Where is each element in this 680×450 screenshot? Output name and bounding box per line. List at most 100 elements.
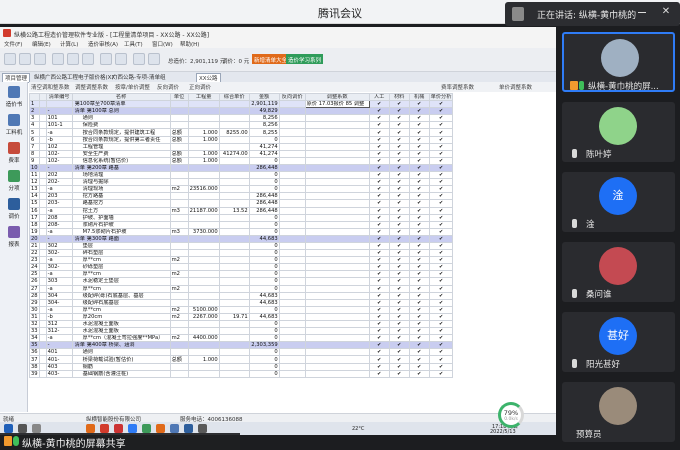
item-name[interactable]: 通则 xyxy=(71,114,171,123)
material-check[interactable] xyxy=(388,128,410,137)
item-price[interactable] xyxy=(218,220,250,229)
item-unit[interactable] xyxy=(169,234,189,243)
factor-cell[interactable] xyxy=(304,121,370,130)
item-price[interactable]: 41274.00 xyxy=(218,149,250,158)
item-name[interactable]: 按合同条款规定，提供建筑工程 xyxy=(71,128,171,137)
table-row[interactable]: 26 303 水泥稳定土垫层 0 xyxy=(29,277,454,286)
reverse-cell[interactable] xyxy=(278,171,306,180)
reverse-cell[interactable] xyxy=(278,199,306,208)
row-checkbox[interactable] xyxy=(38,185,47,194)
reverse-cell[interactable] xyxy=(278,312,306,322)
item-unit[interactable] xyxy=(169,192,189,201)
analysis-check[interactable] xyxy=(428,249,454,258)
item-quantity[interactable] xyxy=(187,277,220,286)
item-unit[interactable] xyxy=(169,263,189,272)
machine-check[interactable] xyxy=(408,263,430,272)
wechat-icon[interactable] xyxy=(142,424,151,433)
row-number[interactable]: 18 xyxy=(29,220,40,229)
item-amount[interactable]: 2,303,359 xyxy=(248,341,280,350)
item-unit[interactable] xyxy=(169,348,189,357)
item-quantity[interactable] xyxy=(187,192,220,201)
item-quantity[interactable] xyxy=(187,319,220,329)
item-quantity[interactable] xyxy=(187,263,220,272)
item-name[interactable]: 厚**cm xyxy=(71,284,171,293)
labor-check[interactable] xyxy=(368,312,390,322)
paste-icon[interactable] xyxy=(82,53,94,65)
item-code[interactable]: -b xyxy=(45,312,73,322)
row-checkbox[interactable] xyxy=(38,199,47,208)
table-row[interactable]: 14 203 挖方路基 286,448 xyxy=(29,192,454,201)
item-price[interactable] xyxy=(218,284,250,293)
factor-cell[interactable] xyxy=(304,312,370,322)
open-icon[interactable] xyxy=(19,53,31,65)
item-name[interactable]: 清单 第100章 总则 xyxy=(71,107,171,116)
labor-check[interactable] xyxy=(368,241,390,251)
labor-check[interactable] xyxy=(368,128,390,137)
row-checkbox[interactable] xyxy=(38,277,47,286)
item-name[interactable]: 清理与掘除 xyxy=(71,178,171,187)
analysis-check[interactable] xyxy=(428,263,454,272)
item-code[interactable]: -a xyxy=(45,256,73,265)
item-unit[interactable] xyxy=(169,213,189,222)
item-quantity[interactable]: 1.000 xyxy=(187,149,220,158)
table-row[interactable]: 7 102 工程管理 41,274 xyxy=(29,142,454,151)
item-quantity[interactable] xyxy=(187,341,220,350)
labor-check[interactable] xyxy=(368,206,390,215)
table-row[interactable]: 29 304- 级配碎石底基层 44,683 xyxy=(29,298,454,307)
item-unit[interactable]: m3 xyxy=(169,227,189,236)
item-code[interactable]: 312 xyxy=(45,319,73,329)
item-unit[interactable] xyxy=(169,100,189,109)
row-checkbox[interactable] xyxy=(38,369,47,378)
item-amount[interactable]: 0 xyxy=(248,327,280,336)
analysis-check[interactable] xyxy=(428,305,454,314)
machine-check[interactable] xyxy=(408,256,430,265)
col-header[interactable]: 综合单价 xyxy=(218,93,250,102)
item-name[interactable]: 挖方路基 xyxy=(71,192,171,201)
item-amount[interactable]: 286,448 xyxy=(248,192,280,201)
save-icon[interactable] xyxy=(34,53,46,65)
reverse-cell[interactable] xyxy=(278,185,306,194)
row-checkbox[interactable] xyxy=(38,263,47,272)
item-name[interactable]: 按合同条款规定，提供第三者责任 xyxy=(71,135,171,144)
item-unit[interactable]: 总额 xyxy=(169,355,189,364)
machine-check[interactable] xyxy=(408,220,430,229)
machine-check[interactable] xyxy=(408,163,430,173)
item-name[interactable]: 厚**cm xyxy=(71,305,171,314)
item-quantity[interactable] xyxy=(187,178,220,187)
reverse-cell[interactable] xyxy=(278,178,306,187)
material-check[interactable] xyxy=(388,305,410,314)
item-unit[interactable] xyxy=(169,319,189,329)
item-unit[interactable]: m2 xyxy=(169,284,189,293)
labor-check[interactable] xyxy=(368,121,390,130)
material-check[interactable] xyxy=(388,348,410,357)
reverse-cell[interactable] xyxy=(278,319,306,329)
item-amount[interactable]: 0 xyxy=(248,178,280,187)
factor-cell[interactable] xyxy=(304,305,370,314)
material-check[interactable] xyxy=(388,107,410,116)
item-price[interactable] xyxy=(218,298,250,307)
item-quantity[interactable] xyxy=(187,270,220,279)
item-unit[interactable]: m3 xyxy=(169,206,189,215)
labor-check[interactable] xyxy=(368,100,390,109)
factor-cell[interactable] xyxy=(304,220,370,229)
undo-icon[interactable] xyxy=(100,53,112,65)
item-code[interactable]: 304 xyxy=(45,291,73,300)
table-row[interactable]: 27 -a 厚**cm m2 0 xyxy=(29,284,454,293)
item-code[interactable]: 203 xyxy=(45,192,73,201)
cut-icon[interactable] xyxy=(52,53,64,65)
analysis-check[interactable] xyxy=(428,199,454,208)
item-code[interactable]: -a xyxy=(45,305,73,314)
reverse-cell[interactable] xyxy=(278,298,306,307)
row-number[interactable]: 5 xyxy=(29,128,40,137)
reverse-cell[interactable] xyxy=(278,128,306,137)
item-quantity[interactable]: 3730.000 xyxy=(187,227,220,236)
item-amount[interactable]: 0 xyxy=(248,319,280,329)
item-name[interactable]: 挖土方 xyxy=(71,206,171,215)
item-quantity[interactable] xyxy=(187,241,220,251)
item-unit[interactable] xyxy=(169,277,189,286)
task-view-icon[interactable] xyxy=(32,424,41,433)
analysis-check[interactable] xyxy=(428,121,454,130)
factor-cell[interactable] xyxy=(304,291,370,300)
machine-check[interactable] xyxy=(408,327,430,336)
analysis-check[interactable] xyxy=(428,149,454,158)
